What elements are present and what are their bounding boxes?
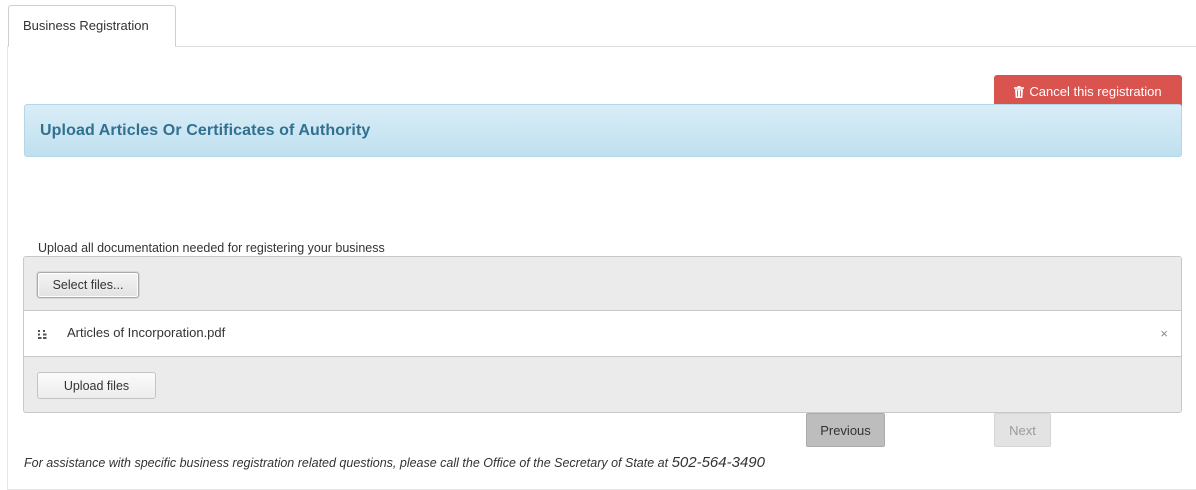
trash-icon xyxy=(1014,85,1025,98)
tabstrip: Business Registration xyxy=(0,0,1196,47)
upload-footer: Upload files xyxy=(24,357,1181,412)
cancel-registration-label: Cancel this registration xyxy=(1029,84,1162,99)
assistance-note: For assistance with specific business re… xyxy=(24,454,765,471)
next-button[interactable]: Next xyxy=(994,413,1051,447)
file-list-item: Articles of Incorporation.pdf × xyxy=(24,311,1181,357)
file-status-icon xyxy=(38,330,47,339)
previous-button[interactable]: Previous xyxy=(806,413,885,447)
phone-number: 502-564-3490 xyxy=(671,454,765,471)
upload-toolbar: Select files... xyxy=(24,257,1181,311)
upload-instruction: Upload all documentation needed for regi… xyxy=(38,241,385,255)
section-title: Upload Articles Or Certificates of Autho… xyxy=(40,121,371,139)
section-header: Upload Articles Or Certificates of Autho… xyxy=(24,104,1182,157)
tab-business-registration[interactable]: Business Registration xyxy=(8,5,176,47)
file-name: Articles of Incorporation.pdf xyxy=(67,325,226,340)
assistance-text: For assistance with specific business re… xyxy=(24,456,669,470)
select-files-button[interactable]: Select files... xyxy=(37,272,139,298)
remove-file-icon[interactable]: × xyxy=(1160,326,1168,342)
upload-files-button[interactable]: Upload files xyxy=(37,372,156,399)
file-upload-widget: Select files... Articles of Incorporatio… xyxy=(23,256,1182,413)
